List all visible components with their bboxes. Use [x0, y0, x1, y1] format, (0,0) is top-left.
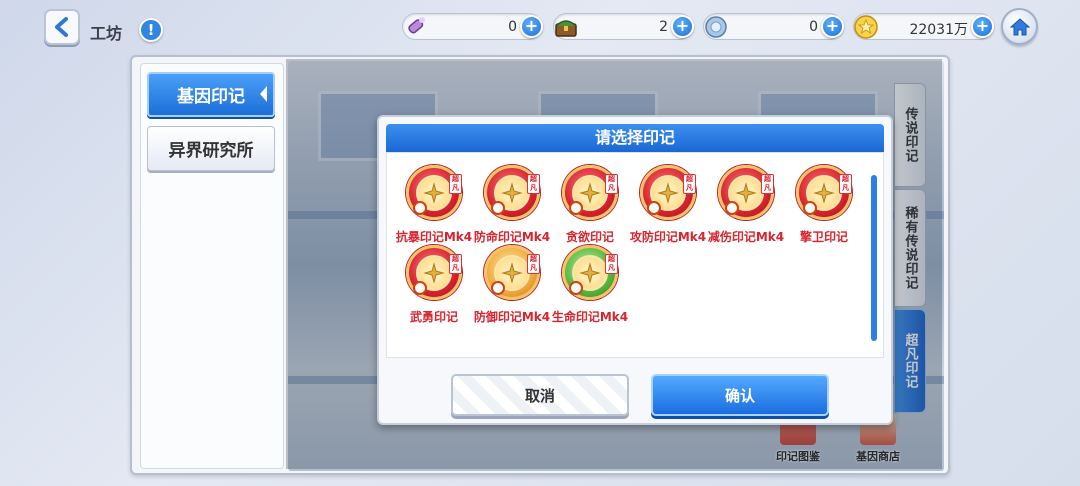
home-icon	[1009, 17, 1030, 35]
home-button[interactable]	[1001, 8, 1038, 45]
mark-badge: 超凡	[484, 165, 540, 220]
rarity-tag: 超凡	[449, 254, 462, 274]
currency-value: 22031万	[909, 22, 968, 38]
mark-item[interactable]: 超凡防御印记Mk4	[473, 245, 551, 325]
gene-dot-icon	[491, 201, 505, 215]
add-potion-button[interactable]: +	[520, 15, 543, 38]
mark-badge: 超凡	[562, 245, 618, 300]
rarity-tag: 超凡	[683, 174, 696, 194]
rarity-tag: 超凡	[839, 174, 852, 194]
mark-name: 生命印记Mk4	[551, 310, 629, 324]
gene-dot-icon	[725, 201, 739, 215]
arrow-left-icon	[260, 86, 267, 102]
back-button[interactable]	[44, 9, 80, 45]
gene-dot-icon	[491, 281, 505, 295]
nav-item-label: 基因印记	[177, 87, 245, 107]
mark-name: 防命印记Mk4	[473, 230, 551, 244]
nav-item-gene-mark[interactable]: 基因印记	[147, 72, 275, 117]
scrollbar[interactable]	[871, 175, 877, 341]
mark-name: 减伤印记Mk4	[707, 230, 785, 244]
currency-gold: 22031万 +	[850, 11, 994, 43]
select-mark-dialog: 请选择印记 超凡 抗暴印记Mk4 超凡 防命印记Mk4 超凡 贪欲印记 超凡 攻防印记Mk4 超…	[377, 115, 893, 425]
add-chest-button[interactable]: +	[671, 15, 694, 38]
currency-value: 0	[809, 19, 818, 35]
mark-item[interactable]: 超凡生命印记Mk4	[551, 245, 629, 325]
mark-item[interactable]: 超凡攻防印记Mk4	[629, 165, 707, 245]
gene-dot-icon	[647, 201, 661, 215]
gene-dot-icon	[569, 201, 583, 215]
scrollbar-thumb[interactable]	[871, 175, 877, 341]
rarity-tag: 超凡	[605, 254, 618, 274]
potion-icon	[399, 11, 431, 43]
mark-badge: 超凡	[484, 245, 540, 300]
mark-badge: 超凡	[406, 165, 462, 220]
rarity-tag: 超凡	[449, 174, 462, 194]
gene-dot-icon	[413, 201, 427, 215]
left-nav: 基因印记 异界研究所	[140, 63, 284, 469]
nav-item-otherworld-lab[interactable]: 异界研究所	[147, 126, 275, 171]
mark-badge: 超凡	[796, 165, 852, 220]
page-title: 工坊	[90, 24, 123, 43]
currency-potion: 0 +	[399, 11, 543, 43]
mark-name: 防御印记Mk4	[473, 310, 551, 324]
mark-item[interactable]: 超凡抗暴印记Mk4	[395, 165, 473, 245]
nav-item-label: 异界研究所	[168, 141, 254, 161]
currency-value: 0	[508, 19, 517, 35]
mark-badge: 超凡	[718, 165, 774, 220]
rarity-tag: 超凡	[605, 174, 618, 194]
mark-name: 贪欲印记	[565, 230, 614, 244]
mark-item[interactable]: 超凡武勇印记	[395, 245, 473, 325]
cancel-button[interactable]: 取消	[451, 374, 629, 416]
orb-icon	[700, 11, 732, 43]
dialog-title: 请选择印记	[386, 124, 884, 152]
mark-item[interactable]: 超凡贪欲印记	[551, 165, 629, 245]
currency-orb: 0 +	[700, 11, 844, 43]
mark-badge: 超凡	[406, 245, 462, 300]
currency-chest: 2 +	[550, 11, 694, 43]
mark-item[interactable]: 超凡防命印记Mk4	[473, 165, 551, 245]
mark-name: 抗暴印记Mk4	[395, 230, 473, 244]
add-orb-button[interactable]: +	[821, 15, 844, 38]
rarity-tag: 超凡	[527, 174, 540, 194]
mark-name: 攻防印记Mk4	[629, 230, 707, 244]
chest-icon	[550, 11, 582, 43]
mark-name: 擎卫印记	[799, 230, 848, 244]
confirm-button[interactable]: 确认	[651, 374, 829, 416]
rarity-tag: 超凡	[527, 254, 540, 274]
chevron-left-icon	[55, 17, 68, 37]
gene-dot-icon	[569, 281, 583, 295]
mark-item[interactable]: 超凡减伤印记Mk4	[707, 165, 785, 245]
gene-dot-icon	[803, 201, 817, 215]
star-coin-icon	[850, 11, 882, 43]
mark-badge: 超凡	[640, 165, 696, 220]
mark-name: 武勇印记	[409, 310, 458, 324]
info-icon[interactable]: !	[139, 18, 163, 42]
mark-item[interactable]: 超凡擎卫印记	[785, 165, 863, 245]
mark-badge: 超凡	[562, 165, 618, 220]
mark-grid: 超凡 抗暴印记Mk4 超凡 防命印记Mk4 超凡 贪欲印记 超凡 攻防印记Mk4 超凡 减伤印记M…	[386, 152, 884, 358]
add-gold-button[interactable]: +	[971, 15, 994, 38]
currency-value: 2	[659, 19, 668, 35]
gene-dot-icon	[413, 281, 427, 295]
rarity-tag: 超凡	[761, 174, 774, 194]
